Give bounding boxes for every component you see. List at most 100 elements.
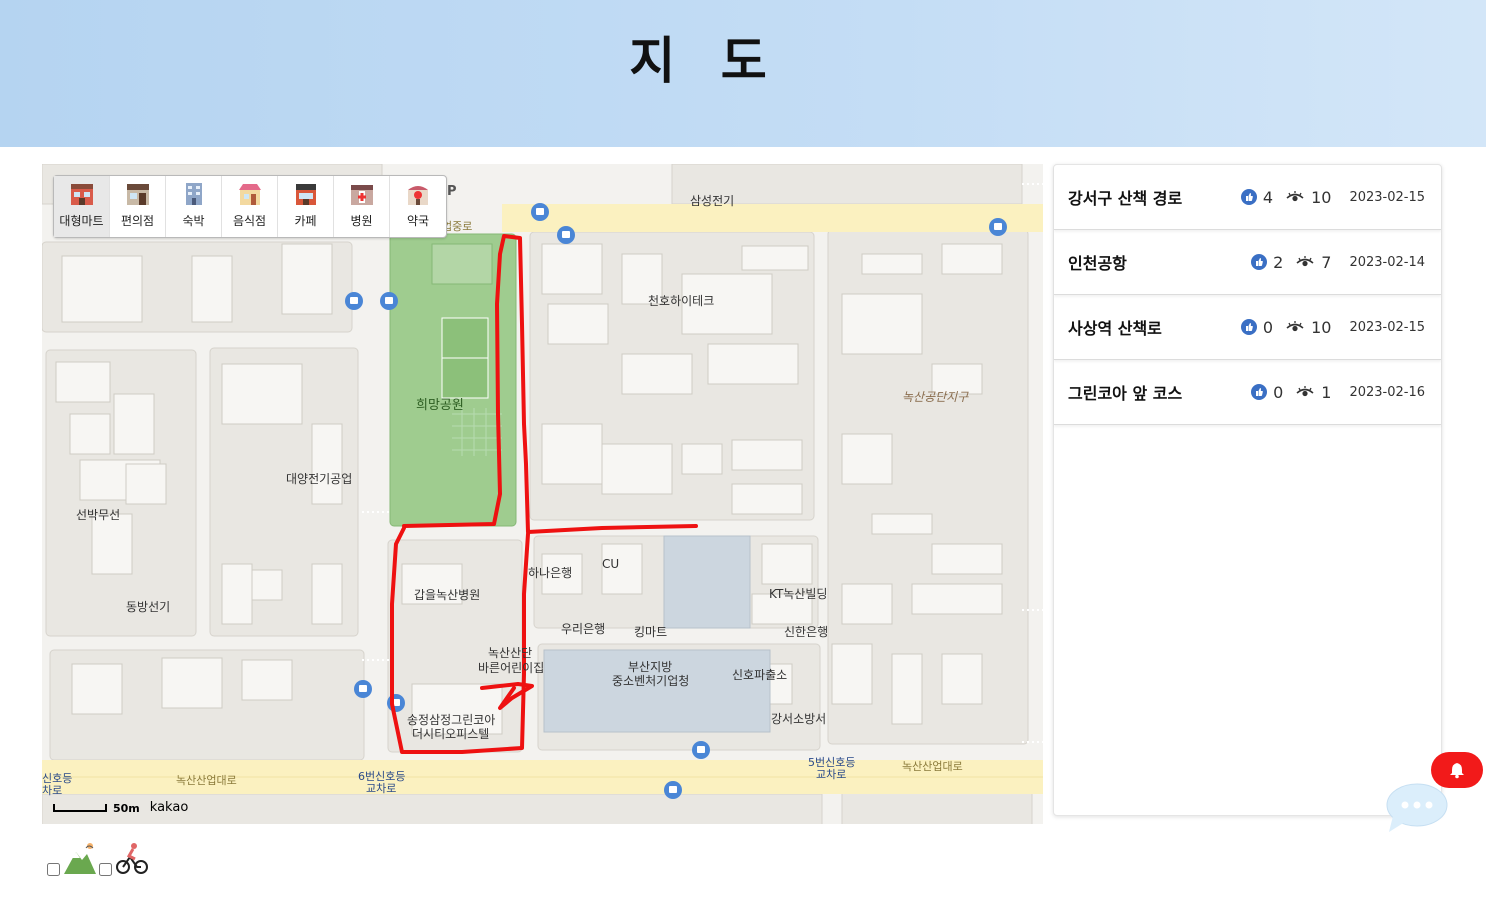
map-label-samsung: 삼성전기 [690, 194, 735, 208]
likes-count: 0 [1273, 382, 1284, 402]
thumbs-up-icon [1240, 189, 1257, 205]
route-list: 강서구 산책 경로 4 10 2023-02-15 인천공항 2 7 2023-… [1053, 164, 1442, 816]
map-label-kingmart: 킹마트 [634, 625, 668, 639]
route-date: 2023-02-14 [1349, 254, 1425, 270]
views-eye-icon [1286, 321, 1304, 332]
map-label-cu: CU [602, 557, 620, 571]
route-likes: 0 [1251, 383, 1283, 402]
map-label-dongbang: 동방선기 [126, 600, 171, 614]
scale-distance: 50m [113, 802, 140, 815]
route-date: 2023-02-15 [1349, 319, 1425, 335]
hiking-filter-checkbox[interactable] [47, 863, 60, 876]
map-label-cheonho: 천호하이테크 [648, 294, 715, 308]
category-label: 카페 [294, 214, 317, 228]
map-label-officetel-2: 더시티오피스텔 [412, 727, 490, 741]
map-label-busan-2: 중소벤처기업청 [612, 674, 690, 688]
map-label-hospital: 갑을녹산병원 [414, 588, 481, 602]
category-restaurant-button[interactable]: 음식점 [222, 176, 278, 237]
category-hotel-button[interactable]: 숙박 [166, 176, 222, 237]
map-label-crossing-left-2: 차로 [42, 784, 63, 797]
category-label: 숙박 [182, 214, 205, 228]
thumbs-up-icon [1251, 254, 1268, 270]
map-scale: 50m kakao [53, 800, 188, 815]
map-brand: kakao [149, 800, 189, 815]
parking-label: P [447, 184, 457, 199]
map-label-seonbak: 선박무선 [76, 508, 121, 522]
route-name: 인천공항 [1068, 254, 1127, 273]
route-views: 7 [1295, 253, 1331, 272]
route-date: 2023-02-15 [1349, 189, 1425, 205]
pharmacy-icon [404, 181, 432, 207]
category-cafe-button[interactable]: 카페 [278, 176, 334, 237]
views-eye-icon [1286, 191, 1304, 202]
map-label-kt: KT녹산빌딩 [769, 587, 828, 601]
category-mart-button[interactable]: 대형마트 [54, 176, 110, 237]
map-label-road-main-right: 녹산산업대로 [902, 760, 963, 773]
chat-bubble-icon [1386, 783, 1448, 832]
convenience-store-icon [124, 181, 152, 207]
cyclist-icon [116, 843, 148, 874]
map-label-crossing6-2: 교차로 [366, 782, 397, 795]
category-label: 음식점 [232, 214, 267, 228]
views-eye-icon [1296, 386, 1314, 397]
route-date: 2023-02-16 [1349, 384, 1425, 400]
hotel-icon [180, 181, 208, 207]
route-item[interactable]: 강서구 산책 경로 4 10 2023-02-15 [1054, 165, 1441, 230]
route-views: 10 [1285, 318, 1331, 337]
route-views: 1 [1295, 383, 1331, 402]
likes-count: 4 [1262, 187, 1274, 207]
route-item[interactable]: 그린코아 앞 코스 0 1 2023-02-16 [1054, 360, 1441, 425]
restaurant-icon [236, 181, 264, 207]
category-label: 편의점 [120, 214, 155, 228]
thumbs-up-icon [1240, 319, 1257, 335]
likes-count: 2 [1273, 252, 1284, 272]
page-title: 지 도 [629, 32, 781, 90]
route-likes: 2 [1251, 253, 1283, 272]
category-hospital-button[interactable]: 병원 [334, 176, 390, 237]
map-label-police: 신호파출소 [732, 668, 788, 682]
likes-count: 0 [1262, 317, 1274, 337]
map-label-industrial-zone: 녹산공단지구 [902, 390, 969, 404]
route-name: 그린코아 앞 코스 [1068, 384, 1183, 403]
views-count: 1 [1321, 382, 1332, 402]
cafe-icon [292, 181, 320, 207]
map-label-fire: 강서소방서 [771, 712, 827, 726]
route-item[interactable]: 사상역 산책로 0 10 2023-02-15 [1054, 295, 1441, 360]
category-toolbar: 대형마트 편의점 숙박 음식점 카페 병원 약국 [53, 175, 447, 238]
views-count: 7 [1321, 252, 1332, 272]
hospital-icon [348, 181, 376, 207]
category-label: 약국 [406, 214, 430, 228]
category-label: 병원 [350, 214, 373, 228]
map-label-hana: 하나은행 [528, 566, 573, 580]
map-label-park: 희망공원 [416, 398, 464, 413]
page-header: 지 도 [0, 0, 1486, 147]
map-label-road-main-left: 녹산산업대로 [176, 774, 237, 787]
views-count: 10 [1311, 187, 1332, 207]
thumbs-up-icon [1251, 384, 1268, 400]
route-likes: 0 [1240, 317, 1274, 337]
route-item[interactable]: 인천공항 2 7 2023-02-14 [1054, 230, 1441, 295]
route-views: 10 [1285, 188, 1331, 207]
hiking-mountain-icon [64, 843, 96, 874]
views-eye-icon [1296, 256, 1314, 267]
map-label-shinhan: 신한은행 [784, 625, 829, 639]
category-pharmacy-button[interactable]: 약국 [390, 176, 446, 237]
cycling-filter-checkbox[interactable] [99, 863, 112, 876]
scale-bar [53, 804, 107, 812]
category-label: 대형마트 [59, 214, 104, 228]
mart-icon [68, 181, 96, 207]
route-filters [46, 840, 150, 876]
route-likes: 4 [1240, 187, 1274, 207]
chat-button[interactable] [1385, 782, 1449, 834]
map-labels: P 업중로 삼성전기 천호하이테크 희망공원 대양전기공업 선박무선 동방선기 … [42, 164, 1043, 824]
category-convenience-button[interactable]: 편의점 [110, 176, 166, 237]
bell-icon [1450, 763, 1464, 779]
map-view[interactable]: P 업중로 삼성전기 천호하이테크 희망공원 대양전기공업 선박무선 동방선기 … [42, 164, 1043, 824]
map-label-crossing5-2: 교차로 [816, 768, 847, 781]
views-count: 10 [1311, 317, 1332, 337]
map-label-clinic-2: 바른어린이집 [478, 661, 545, 675]
map-label-woori: 우리은행 [561, 622, 606, 636]
map-label-daeyang: 대양전기공업 [286, 472, 353, 486]
route-name: 강서구 산책 경로 [1068, 189, 1183, 208]
route-name: 사상역 산책로 [1068, 319, 1162, 338]
